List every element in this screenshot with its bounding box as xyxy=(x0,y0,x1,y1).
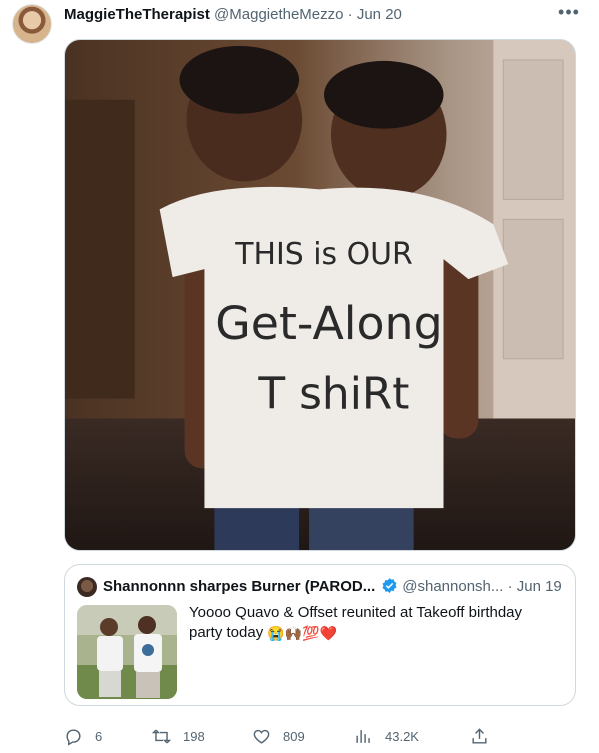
tweet[interactable]: MaggieTheTherapist @MaggietheMezzo · Jun… xyxy=(0,0,599,753)
tweet-header: MaggieTheTherapist @MaggietheMezzo · Jun… xyxy=(64,5,559,25)
tweet-image[interactable]: THIS is OUR Get-Along T shiRt xyxy=(64,39,576,551)
shirt-text-line1: THIS is OUR xyxy=(234,237,413,272)
photo-two-men-thumbnail xyxy=(77,605,177,699)
quoted-tweet-body: Yoooo Quavo & Offset reunited at Takeoff… xyxy=(189,604,523,641)
quoted-tweet-text: Yoooo Quavo & Offset reunited at Takeoff… xyxy=(189,603,549,643)
quoted-author-handle[interactable]: @shannonsh... xyxy=(402,578,503,595)
quoted-tweet-emojis: 😭🙌🏾💯❤️ xyxy=(267,625,338,641)
reply-icon xyxy=(66,728,81,746)
heart-icon xyxy=(253,729,270,744)
author-name[interactable]: MaggieTheTherapist xyxy=(64,6,210,23)
quoted-author-name[interactable]: Shannonnn sharpes Burner (PAROD... xyxy=(103,578,375,595)
retweet-icon xyxy=(152,729,171,743)
shirt-text-line3: T shiRt xyxy=(257,369,409,420)
quoted-tweet-date[interactable]: Jun 19 xyxy=(517,578,562,595)
shirt-text-line2: Get-Along xyxy=(215,296,442,350)
share-button[interactable] xyxy=(470,724,489,748)
views-button[interactable]: 43.2K xyxy=(354,724,419,748)
verified-badge-icon xyxy=(382,578,397,593)
author-avatar[interactable] xyxy=(12,4,52,44)
reply-button[interactable]: 6 xyxy=(64,724,102,748)
tweet-date[interactable]: Jun 20 xyxy=(357,6,402,23)
tweet-actions-bar: 6 198 809 43.2K xyxy=(64,724,576,748)
photo-kids-shared-shirt: THIS is OUR Get-Along T shiRt xyxy=(65,40,575,550)
retweet-count: 198 xyxy=(183,728,205,744)
retweet-button[interactable]: 198 xyxy=(152,724,205,748)
header-separator: · xyxy=(347,6,353,23)
author-handle[interactable]: @MaggietheMezzo xyxy=(214,6,343,23)
quoted-tweet-header: Shannonnn sharpes Burner (PAROD... @shann… xyxy=(103,577,563,597)
quoted-tweet-image[interactable] xyxy=(77,605,177,699)
more-horizontal-icon[interactable]: ••• xyxy=(557,2,581,26)
like-button[interactable]: 809 xyxy=(252,724,305,748)
quoted-author-avatar[interactable] xyxy=(77,577,97,597)
quoted-tweet[interactable]: Shannonnn sharpes Burner (PAROD... @shann… xyxy=(64,564,576,706)
reply-count: 6 xyxy=(95,728,103,744)
views-count: 43.2K xyxy=(385,728,419,744)
views-chart-icon xyxy=(356,729,370,743)
quoted-header-separator: · xyxy=(507,578,513,595)
like-count: 809 xyxy=(283,728,305,744)
share-icon xyxy=(472,727,487,744)
